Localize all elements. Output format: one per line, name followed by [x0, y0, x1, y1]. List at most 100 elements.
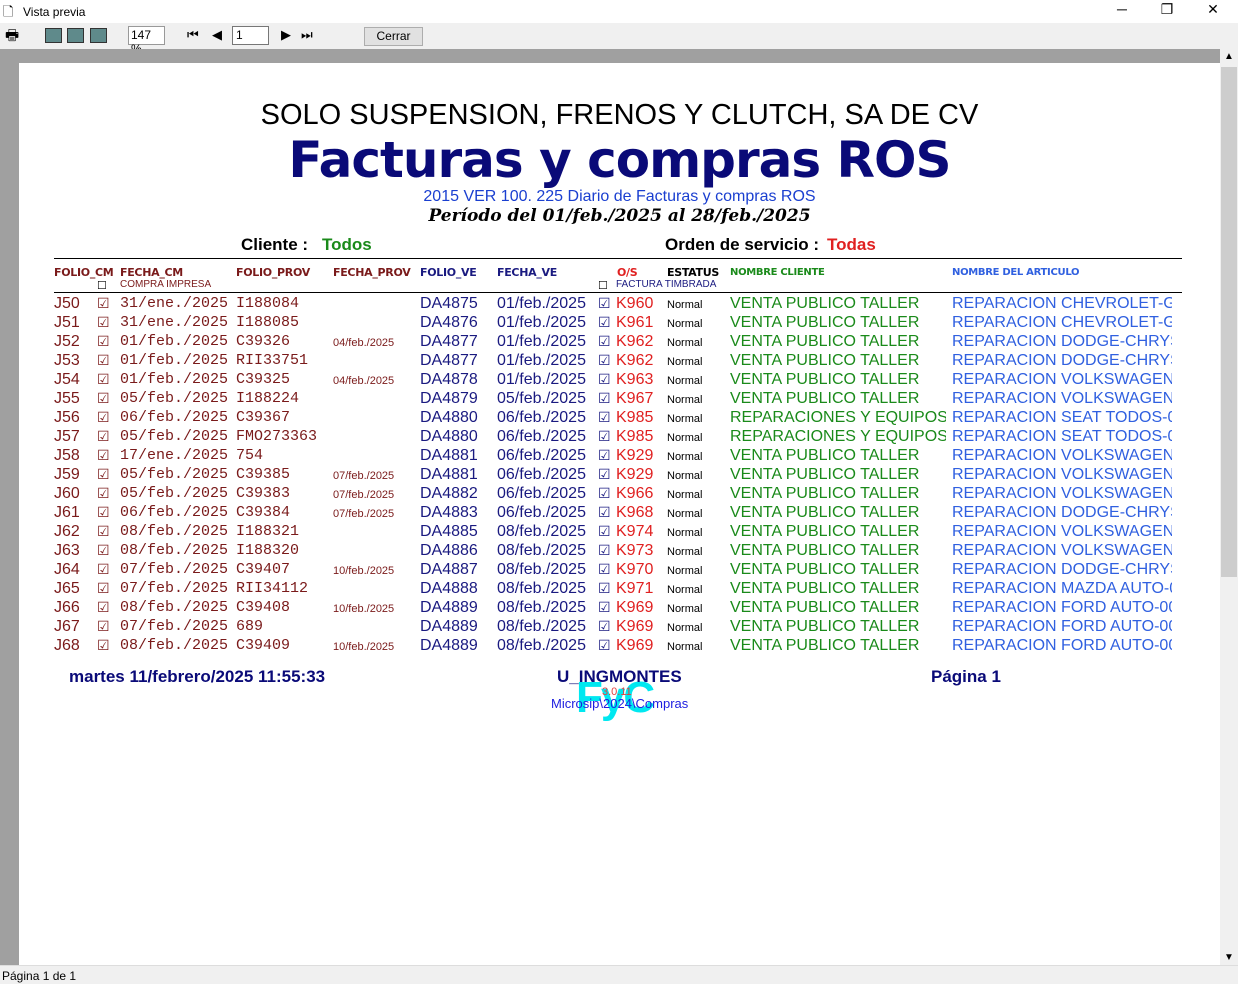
- restore-button[interactable]: ❐: [1144, 1, 1190, 18]
- vertical-scrollbar[interactable]: ▲ ▼: [1220, 49, 1238, 965]
- page-width-icon[interactable]: [67, 28, 84, 43]
- prev-page-icon[interactable]: ◀: [212, 27, 222, 43]
- cell-folio-prov: I188321: [236, 523, 300, 540]
- cell-fecha-cm: 07/feb./2025: [120, 561, 229, 578]
- cell-articulo: REPARACION VOLKSWAGEN A: [952, 371, 1172, 388]
- cell-fecha-cm: 31/ene./2025: [120, 295, 229, 312]
- compra-impresa-check-icon: ☑: [97, 314, 110, 330]
- last-page-icon[interactable]: ⏭: [301, 27, 313, 43]
- table-row: J66 ☑ 08/feb./2025 C39408 10/feb./2025 DA4889…: [0, 599, 1201, 618]
- cell-fecha-ve: 08/feb./2025: [497, 542, 586, 559]
- orden-value: Todas: [827, 235, 876, 254]
- header-fecha-ve: FECHA_VE: [497, 266, 557, 279]
- cell-articulo: REPARACION DODGE-CHRYSL: [952, 561, 1172, 578]
- title-bar: 🗋 Vista previa ─ ❐ ✕: [0, 0, 1238, 23]
- cell-cliente: VENTA PUBLICO TALLER: [730, 466, 920, 483]
- compra-impresa-check-icon: ☑: [97, 599, 110, 615]
- next-page-icon[interactable]: ▶: [281, 27, 291, 43]
- factura-timbrada-check-icon: ☑: [598, 561, 611, 577]
- cell-folio-prov: C39408: [236, 599, 291, 616]
- factura-timbrada-check-icon: ☑: [598, 333, 611, 349]
- factura-timbrada-check-icon: ☑: [598, 390, 611, 406]
- cell-fecha-ve: 06/feb./2025: [497, 428, 586, 445]
- cell-os: K971: [616, 580, 654, 597]
- table-row: J51 ☑ 31/ene./2025 I188085 DA4876 01/feb./202…: [0, 314, 1201, 333]
- header-folio-ve: FOLIO_VE: [420, 266, 477, 279]
- cell-estatus: Normal: [667, 413, 703, 425]
- cell-folio-prov: C39407: [236, 561, 291, 578]
- multi-page-icon[interactable]: [90, 28, 107, 43]
- report-period: Período del 01/feb./2025 al 28/feb./2025: [428, 206, 811, 226]
- cell-estatus: Normal: [667, 451, 703, 463]
- cell-folio-ve: DA4889: [420, 618, 478, 635]
- divider: [54, 258, 1182, 259]
- first-page-icon[interactable]: ⏮: [187, 27, 199, 43]
- cell-estatus: Normal: [667, 299, 703, 311]
- compra-impresa-check-icon: ☑: [97, 485, 110, 501]
- cell-folio-ve: DA4878: [420, 371, 478, 388]
- table-row: J64 ☑ 07/feb./2025 C39407 10/feb./2025 DA4887…: [0, 561, 1201, 580]
- cell-estatus: Normal: [667, 641, 703, 653]
- cell-folio-cm: J66: [54, 599, 80, 616]
- cell-fecha-cm: 05/feb./2025: [120, 485, 229, 502]
- cell-articulo: REPARACION FORD AUTO-003: [952, 637, 1172, 654]
- one-page-icon[interactable]: [45, 28, 62, 43]
- compra-impresa-check-icon: ☑: [97, 371, 110, 387]
- minimize-button[interactable]: ─: [1099, 1, 1145, 17]
- company-name: SOLO SUSPENSION, FRENOS Y CLUTCH, SA DE …: [260, 99, 979, 131]
- cell-cliente: VENTA PUBLICO TALLER: [730, 599, 920, 616]
- close-button[interactable]: Cerrar: [364, 27, 423, 46]
- cell-articulo: REPARACION SEAT TODOS-00: [952, 428, 1172, 445]
- cell-folio-cm: J51: [54, 314, 80, 331]
- cell-folio-ve: DA4883: [420, 504, 478, 521]
- cell-folio-ve: DA4887: [420, 561, 478, 578]
- compra-impresa-check-icon: ☑: [97, 447, 110, 463]
- factura-timbrada-check-icon: ☑: [598, 504, 611, 520]
- compra-impresa-check-icon: ☑: [97, 637, 110, 653]
- cell-fecha-cm: 05/feb./2025: [120, 428, 229, 445]
- scroll-down-icon[interactable]: ▼: [1224, 952, 1234, 963]
- cell-cliente: VENTA PUBLICO TALLER: [730, 352, 920, 369]
- cell-cliente: VENTA PUBLICO TALLER: [730, 542, 920, 559]
- cell-estatus: Normal: [667, 622, 703, 634]
- cell-articulo: REPARACION VOLKSWAGEN A: [952, 390, 1172, 407]
- scroll-thumb[interactable]: [1221, 67, 1237, 577]
- page-input[interactable]: 1: [232, 26, 269, 45]
- orden-label: Orden de servicio :: [665, 235, 819, 254]
- close-window-button[interactable]: ✕: [1190, 1, 1236, 18]
- cell-os: K929: [616, 447, 654, 464]
- cell-estatus: Normal: [667, 318, 703, 330]
- header-folio-cm: FOLIO_CM: [54, 266, 114, 279]
- factura-timbrada-check-icon: ☑: [598, 352, 611, 368]
- table-row: J55 ☑ 05/feb./2025 I188224 DA4879 05/feb./202…: [0, 390, 1201, 409]
- cell-cliente: VENTA PUBLICO TALLER: [730, 390, 920, 407]
- cell-folio-prov: I188085: [236, 314, 300, 331]
- cell-os: K969: [616, 618, 654, 635]
- scroll-up-icon[interactable]: ▲: [1224, 51, 1234, 62]
- table-row: J63 ☑ 08/feb./2025 I188320 DA4886 08/feb./202…: [0, 542, 1201, 561]
- cell-fecha-cm: 08/feb./2025: [120, 523, 229, 540]
- cell-folio-ve: DA4885: [420, 523, 478, 540]
- cell-folio-prov: I188320: [236, 542, 300, 559]
- cell-fecha-cm: 01/feb./2025: [120, 352, 229, 369]
- cell-folio-cm: J53: [54, 352, 80, 369]
- cell-folio-prov: RII33751: [236, 352, 309, 369]
- cell-folio-prov: C39325: [236, 371, 291, 388]
- table-row: J60 ☑ 05/feb./2025 C39383 07/feb./2025 DA4882…: [0, 485, 1201, 504]
- cell-folio-prov: FMO273363: [236, 428, 318, 445]
- cell-fecha-cm: 08/feb./2025: [120, 637, 229, 654]
- zoom-input[interactable]: 147 %: [128, 26, 165, 56]
- table-row: J54 ☑ 01/feb./2025 C39325 04/feb./2025 DA4878…: [0, 371, 1201, 390]
- cell-fecha-cm: 17/ene./2025: [120, 447, 229, 464]
- factura-timbrada-check-icon: ☑: [598, 523, 611, 539]
- header-cliente: NOMBRE CLIENTE: [730, 267, 825, 278]
- cell-fecha-ve: 01/feb./2025: [497, 352, 586, 369]
- cell-folio-prov: C39326: [236, 333, 291, 350]
- print-icon[interactable]: 🖶: [5, 25, 19, 50]
- compra-impresa-check-icon: ☑: [97, 561, 110, 577]
- cell-folio-prov: 689: [236, 618, 264, 635]
- cell-folio-prov: C39367: [236, 409, 291, 426]
- factura-timbrada-check-icon: ☑: [598, 447, 611, 463]
- factura-timbrada-checkbox-icon: ☐: [598, 280, 608, 292]
- cell-fecha-ve: 06/feb./2025: [497, 504, 586, 521]
